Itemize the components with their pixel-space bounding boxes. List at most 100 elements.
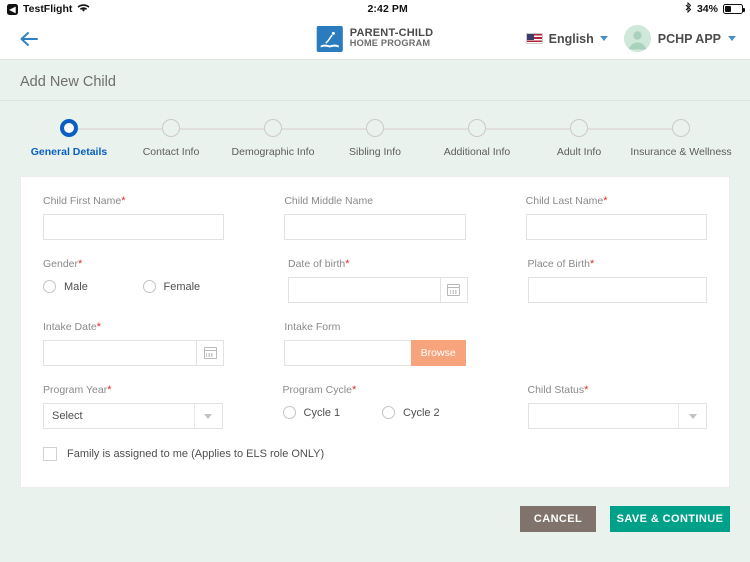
field-label: Child First Name* (43, 195, 224, 207)
calendar-icon (447, 284, 460, 296)
place-of-birth-input[interactable] (527, 277, 707, 303)
field-label: Program Year* (43, 384, 223, 396)
required-marker: * (345, 258, 350, 270)
child-status-select[interactable] (527, 403, 707, 429)
field-label: Intake Form (284, 321, 465, 333)
cancel-button[interactable]: CANCEL (520, 506, 596, 532)
step-dot (570, 119, 588, 137)
chevron-down-icon (599, 36, 608, 41)
intake-date-calendar-button[interactable] (196, 340, 225, 366)
field-program-cycle: Program Cycle* Cycle 1 Cycle 2 (282, 384, 468, 429)
child-middle-name-input[interactable] (284, 214, 466, 240)
us-flag-icon (525, 33, 543, 44)
child-last-name-input[interactable] (525, 214, 707, 240)
brand-text: PARENT-CHILD HOME PROGRAM (349, 27, 433, 50)
date-of-birth-input[interactable] (288, 277, 440, 303)
program-cycle-option-1[interactable]: Cycle 1 (282, 406, 369, 419)
child-first-name-input[interactable] (43, 214, 225, 240)
gender-option-female[interactable]: Female (142, 280, 229, 293)
battery-icon (722, 4, 745, 14)
label-text: Child Status (527, 384, 585, 396)
required-marker: * (96, 321, 101, 333)
step-general-details[interactable]: General Details (18, 119, 120, 158)
step-demographic-info[interactable]: Demographic Info (222, 119, 324, 158)
step-label: Adult Info (556, 146, 602, 158)
parent-child-logo-icon (316, 25, 343, 52)
step-dot (672, 119, 690, 137)
field-label: Intake Date* (43, 321, 224, 333)
label-text: Date of birth (288, 258, 346, 270)
gender-option-male[interactable]: Male (43, 280, 129, 293)
form-row-program: Program Year* Select Program Cycle* Cycl… (43, 384, 707, 429)
intake-form-group: Browse (284, 340, 466, 366)
field-label: Child Middle Name (284, 195, 465, 207)
radio-label: Cycle 1 (303, 406, 341, 419)
date-of-birth-calendar-button[interactable] (439, 277, 468, 303)
browse-button[interactable]: Browse (410, 340, 466, 366)
field-label: Gender* (43, 258, 228, 270)
save-and-continue-button[interactable]: SAVE & CONTINUE (610, 506, 730, 532)
family-assigned-checkbox[interactable] (43, 447, 57, 461)
step-dot (468, 119, 486, 137)
top-navigation-bar: PARENT-CHILD HOME PROGRAM English PCHP A… (0, 18, 750, 60)
label-text: Child First Name (43, 195, 122, 207)
intake-form-input[interactable] (284, 340, 411, 366)
step-label: Insurance & Wellness (630, 146, 732, 158)
wifi-icon (77, 3, 90, 16)
field-child-last-name: Child Last Name* (525, 195, 707, 240)
back-button[interactable] (14, 24, 44, 54)
step-label: General Details (30, 146, 108, 158)
chevron-down-icon (728, 36, 736, 41)
brand-line-2: HOME PROGRAM (349, 38, 431, 49)
radio-label: Cycle 2 (403, 406, 440, 419)
radio-button[interactable] (282, 406, 296, 419)
label-text: Child Last Name (525, 195, 604, 207)
family-assigned-checkbox-row[interactable]: Family is assigned to me (Applies to ELS… (43, 447, 707, 461)
step-additional-info[interactable]: Additional Info (426, 119, 528, 158)
program-year-select[interactable]: Select (43, 403, 223, 429)
field-program-year: Program Year* Select (43, 384, 223, 429)
field-label: Child Status* (528, 384, 708, 396)
intake-date-input[interactable] (43, 340, 197, 366)
program-cycle-option-2[interactable]: Cycle 2 (382, 406, 468, 419)
program-year-value: Select (52, 410, 83, 422)
form-actions: CANCEL SAVE & CONTINUE (0, 488, 750, 532)
brand-logo: PARENT-CHILD HOME PROGRAM (316, 25, 433, 52)
nav-right-group: English PCHP APP (525, 25, 736, 52)
radio-button[interactable] (382, 406, 395, 419)
select-caret[interactable] (678, 404, 706, 428)
ios-status-bar: ◀ TestFlight 2:42 PM 34% (0, 0, 750, 18)
step-insurance-wellness[interactable]: Insurance & Wellness (630, 119, 732, 158)
back-to-app-icon: ◀ (7, 3, 18, 15)
step-dot (162, 119, 180, 137)
label-text: Place of Birth (527, 258, 590, 270)
chevron-down-icon (688, 413, 697, 419)
select-caret[interactable] (193, 404, 222, 428)
field-gender: Gender* Male Female (43, 258, 228, 303)
required-marker: * (78, 258, 83, 270)
user-label: PCHP APP (657, 31, 721, 46)
field-place-of-birth: Place of Birth* (527, 258, 708, 303)
field-child-middle-name: Child Middle Name (284, 195, 466, 240)
field-intake-spacer (526, 321, 707, 366)
radio-button[interactable] (43, 280, 56, 293)
field-label: Place of Birth* (528, 258, 708, 270)
gender-radio-group: Male Female (43, 277, 228, 293)
chevron-down-icon (204, 413, 212, 419)
step-adult-info[interactable]: Adult Info (528, 119, 630, 158)
user-menu[interactable]: PCHP APP (623, 25, 736, 52)
required-marker: * (589, 258, 595, 270)
label-text: Gender (43, 258, 79, 270)
language-selector[interactable]: English (525, 32, 608, 46)
step-dot (264, 119, 282, 137)
step-label: Additional Info (443, 146, 511, 158)
calendar-icon (203, 347, 217, 359)
required-marker: * (107, 384, 112, 396)
step-sibling-info[interactable]: Sibling Info (324, 119, 426, 158)
step-contact-info[interactable]: Contact Info (120, 119, 222, 158)
label-text: Program Cycle (282, 384, 352, 396)
user-avatar-icon (623, 25, 651, 52)
app-root: ◀ TestFlight 2:42 PM 34% PARENT-CHILD HO… (0, 0, 750, 562)
field-date-of-birth: Date of birth* (288, 258, 468, 303)
radio-button[interactable] (142, 280, 156, 293)
